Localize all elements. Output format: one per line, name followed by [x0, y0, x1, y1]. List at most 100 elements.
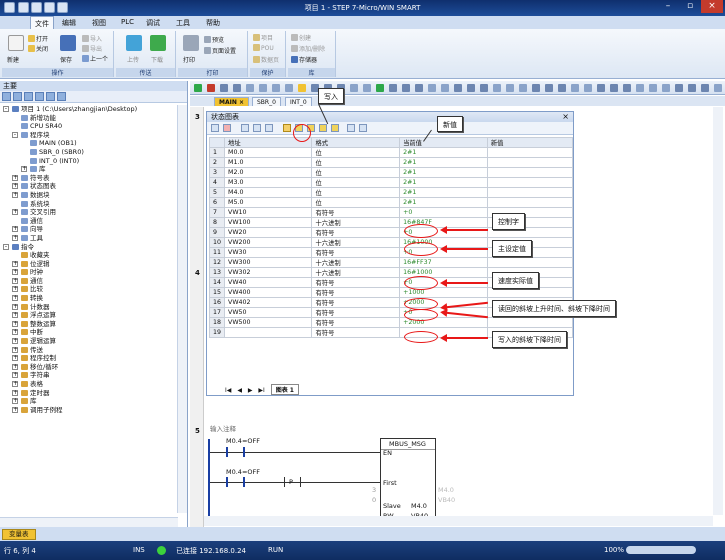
page-setup-button[interactable]: 页面设置: [204, 46, 236, 55]
project-protect-button[interactable]: 项目: [253, 33, 273, 42]
tree-item[interactable]: 系统块: [0, 200, 175, 209]
tree-item[interactable]: + 传送: [0, 346, 175, 355]
expand-icon[interactable]: +: [12, 372, 18, 379]
address-cell[interactable]: VW40: [224, 277, 313, 288]
tree-tool-icon[interactable]: [13, 92, 22, 101]
current-value-cell[interactable]: 2#1: [399, 187, 488, 198]
menu-tools[interactable]: 工具: [176, 18, 190, 28]
editor-tool-icon[interactable]: [506, 84, 514, 92]
unforce-icon[interactable]: [331, 124, 339, 132]
editor-tool-icon[interactable]: [233, 84, 241, 92]
format-cell[interactable]: 有符号: [311, 327, 401, 338]
tab-int0[interactable]: INT_0: [285, 97, 312, 106]
tree-item[interactable]: + 数据块: [0, 191, 175, 200]
tree-item[interactable]: - 程序块: [0, 131, 175, 140]
tree-vertical-scrollbar[interactable]: [177, 105, 187, 513]
menu-plc[interactable]: PLC: [121, 18, 134, 26]
address-cell[interactable]: M2.0: [224, 167, 313, 178]
insert-row-icon[interactable]: [211, 124, 219, 132]
tree-item[interactable]: + 库: [0, 397, 175, 406]
address-cell[interactable]: M4.0: [224, 187, 313, 198]
editor-tool-icon[interactable]: [493, 84, 501, 92]
current-value-cell[interactable]: 2#1: [399, 157, 488, 168]
new-value-cell[interactable]: [486, 257, 574, 268]
editor-tool-icon[interactable]: [597, 84, 605, 92]
tree-tool-icon[interactable]: [57, 92, 66, 101]
trend-icon[interactable]: [265, 124, 273, 132]
editor-tool-icon[interactable]: [610, 84, 618, 92]
new-value-cell[interactable]: [486, 157, 574, 168]
editor-tool-icon[interactable]: [545, 84, 553, 92]
editor-tool-icon[interactable]: [558, 84, 566, 92]
address-cell[interactable]: M0.0: [224, 147, 313, 158]
delete-row-icon[interactable]: [223, 124, 231, 132]
tree-item[interactable]: + 库: [0, 165, 175, 174]
preview-button[interactable]: 预览: [204, 35, 224, 44]
editor-tool-icon[interactable]: [363, 84, 371, 92]
format-cell[interactable]: 十六进制: [311, 237, 401, 248]
expand-icon[interactable]: +: [12, 389, 18, 396]
format-cell[interactable]: 有符号: [311, 287, 401, 298]
options-icon[interactable]: [359, 124, 367, 132]
address-cell[interactable]: VW50: [224, 307, 313, 318]
address-cell[interactable]: VW10: [224, 207, 313, 218]
current-value-cell[interactable]: 2#1: [399, 177, 488, 188]
expand-icon[interactable]: +: [12, 346, 18, 353]
editor-tool-icon[interactable]: [428, 84, 436, 92]
menu-edit[interactable]: 编辑: [62, 18, 76, 28]
format-cell[interactable]: 有符号: [311, 307, 401, 318]
collapse-icon[interactable]: -: [3, 106, 9, 112]
tree-tool-icon[interactable]: [24, 92, 33, 101]
expand-icon[interactable]: +: [12, 174, 18, 181]
expand-icon[interactable]: +: [12, 226, 18, 233]
address-cell[interactable]: M5.0: [224, 197, 313, 208]
editor-tool-icon[interactable]: [194, 84, 202, 92]
format-cell[interactable]: 位: [311, 147, 401, 158]
editor-tool-icon[interactable]: [259, 84, 267, 92]
menu-file[interactable]: 文件: [30, 16, 54, 29]
format-cell[interactable]: 位: [311, 187, 401, 198]
open-button[interactable]: 打开: [28, 34, 48, 43]
editor-tool-icon[interactable]: [454, 84, 462, 92]
tree-tool-icon[interactable]: [35, 92, 44, 101]
editor-tool-icon[interactable]: [584, 84, 592, 92]
new-value-cell[interactable]: [486, 167, 574, 178]
editor-tool-icon[interactable]: [636, 84, 644, 92]
expand-icon[interactable]: +: [12, 209, 18, 216]
expand-icon[interactable]: +: [12, 191, 18, 198]
read-icon[interactable]: [347, 124, 355, 132]
expand-icon[interactable]: +: [12, 312, 18, 319]
editor-tool-icon[interactable]: [441, 84, 449, 92]
tree-item[interactable]: + 状态图表: [0, 182, 175, 191]
prev-sheet-icon[interactable]: ◀: [237, 387, 242, 394]
editor-tool-icon[interactable]: [532, 84, 540, 92]
tree-item[interactable]: - 项目 1 (C:\Users\zhangjian\Desktop): [0, 105, 175, 114]
tree-item[interactable]: + 移位/循环: [0, 363, 175, 372]
address-cell[interactable]: VW30: [224, 247, 313, 258]
current-value-cell[interactable]: 2#1: [399, 167, 488, 178]
create-library-button[interactable]: 创建: [291, 33, 311, 42]
editor-tool-icon[interactable]: [623, 84, 631, 92]
address-cell[interactable]: M1.0: [224, 157, 313, 168]
tree-item[interactable]: INT_0 (INT0): [0, 157, 175, 166]
format-cell[interactable]: 十六进制: [311, 267, 401, 278]
address-cell[interactable]: VW20: [224, 227, 313, 238]
expand-icon[interactable]: +: [12, 406, 18, 413]
print-button[interactable]: 打印: [183, 55, 195, 64]
sheet-tab-chart1[interactable]: 图表 1: [270, 384, 299, 395]
tree-item[interactable]: + 位逻辑: [0, 260, 175, 269]
address-cell[interactable]: M3.0: [224, 177, 313, 188]
format-cell[interactable]: 有符号: [311, 297, 401, 308]
editor-horizontal-scrollbar[interactable]: [204, 516, 713, 526]
column-header[interactable]: 新值: [486, 137, 574, 148]
editor-tool-icon[interactable]: [220, 84, 228, 92]
expand-icon[interactable]: +: [12, 260, 18, 267]
expand-icon[interactable]: +: [12, 381, 18, 387]
tree-item[interactable]: + 转换: [0, 294, 175, 303]
editor-tool-icon[interactable]: [415, 84, 423, 92]
editor-tool-icon[interactable]: [649, 84, 657, 92]
tree-item[interactable]: + 工具: [0, 234, 175, 243]
tree-item[interactable]: 新增功能: [0, 114, 175, 123]
tree-item[interactable]: 通信: [0, 217, 175, 226]
force-icon[interactable]: [319, 124, 327, 132]
